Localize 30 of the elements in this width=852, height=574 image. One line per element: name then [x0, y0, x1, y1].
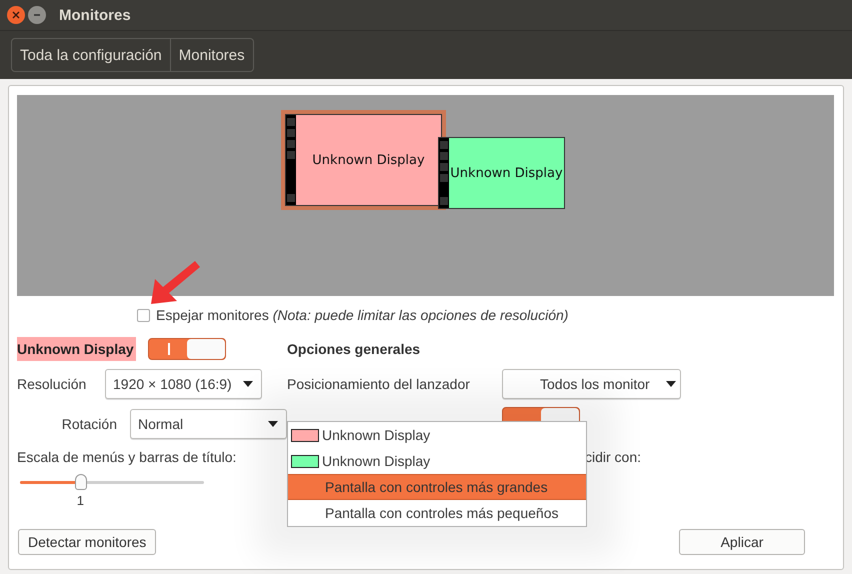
minimize-icon[interactable]: [28, 6, 46, 24]
caret-icon: [268, 421, 278, 427]
rotation-dropdown[interactable]: Normal: [130, 409, 287, 439]
menu-item[interactable]: Unknown Display: [288, 448, 586, 474]
launcher-dropdown[interactable]: Todos los monitor: [502, 369, 681, 399]
resolution-label: Resolución: [17, 376, 88, 392]
scale-value: 1: [76, 493, 84, 508]
close-icon[interactable]: [7, 6, 25, 24]
mirror-label: Espejar monitores (Nota: puede limitar las opciones de resolución): [156, 307, 568, 323]
arrow-icon: [149, 259, 201, 305]
display-toggle[interactable]: [148, 338, 226, 360]
launcher-label: Posicionamiento del lanzador: [287, 376, 471, 392]
action-button[interactable]: Aplicar: [679, 529, 805, 555]
menu-item[interactable]: Pantalla con controles más grandes: [288, 474, 586, 500]
section-title: Opciones generales: [287, 341, 420, 357]
caret-icon: [666, 381, 676, 387]
resolution-dropdown[interactable]: 1920 × 1080 (16:9): [105, 369, 262, 399]
breadcrumb-button[interactable]: Toda la configuración: [11, 38, 171, 72]
breadcrumb-button[interactable]: Monitores: [170, 38, 254, 72]
display-name: Unknown Display: [17, 337, 136, 361]
rotation-label: Rotación: [60, 416, 117, 432]
caret-icon: [243, 381, 253, 387]
scale-label: Escala de menús y barras de título:: [17, 449, 236, 465]
menu-item[interactable]: Pantalla con controles más pequeños: [288, 500, 586, 526]
menu-item[interactable]: Unknown Display: [288, 422, 586, 448]
action-button[interactable]: Detectar monitores: [18, 529, 156, 555]
mirror-checkbox[interactable]: [137, 308, 150, 322]
window-title: Monitores: [59, 6, 131, 24]
display-block[interactable]: Unknown Display: [438, 137, 565, 209]
scale-slider[interactable]: [20, 474, 204, 490]
